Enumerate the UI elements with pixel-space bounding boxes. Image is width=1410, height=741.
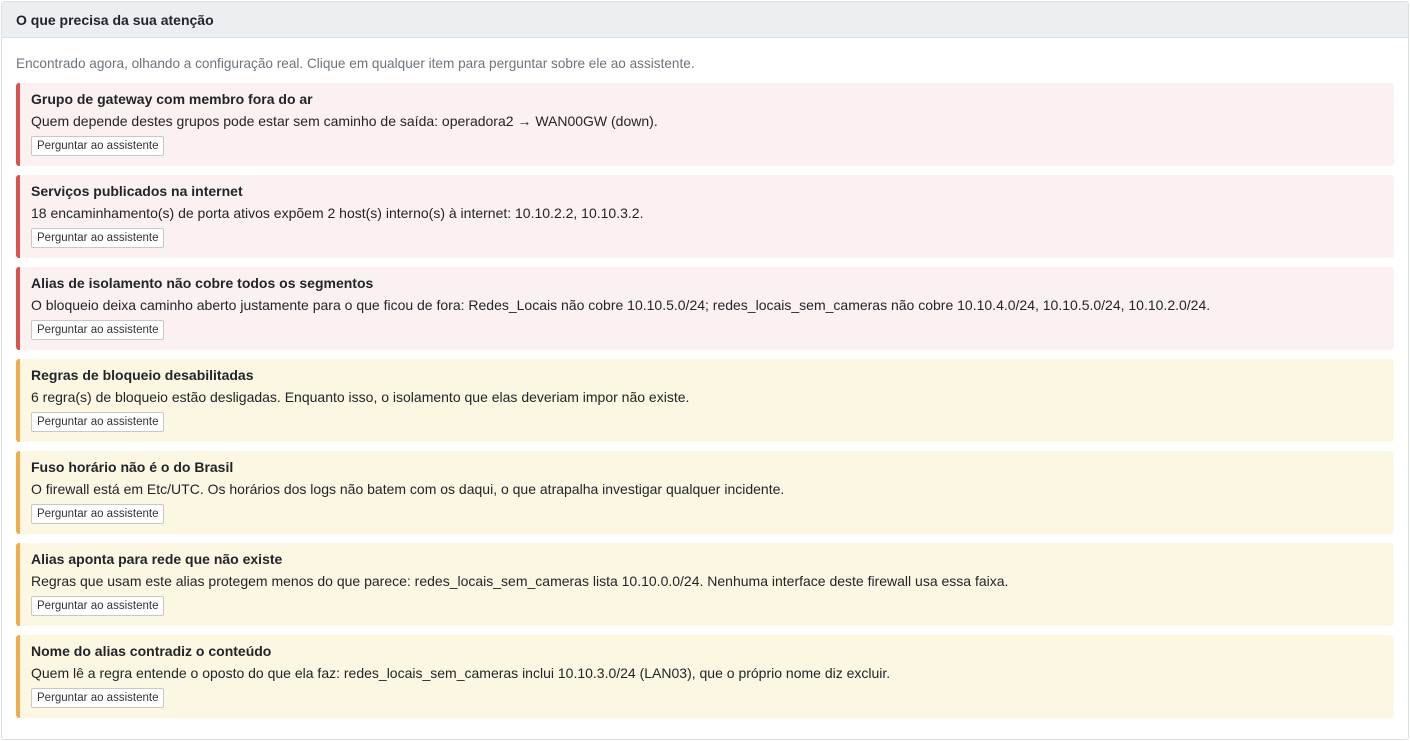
alert-title: Fuso horário não é o do Brasil — [31, 459, 234, 475]
alert-text: Quem depende destes grupos pode estar se… — [31, 113, 658, 129]
alert-item-alias-name-contradiction[interactable]: Nome do alias contradiz o conteúdo Quem … — [16, 635, 1394, 718]
alert-text: O firewall está em Etc/UTC. Os horários … — [31, 481, 785, 497]
alert-list: Grupo de gateway com membro fora do ar Q… — [16, 83, 1394, 718]
alert-item-alias-nonexistent-network[interactable]: Alias aponta para rede que não existe Re… — [16, 543, 1394, 626]
alert-item-isolation-alias-coverage[interactable]: Alias de isolamento não cobre todos os s… — [16, 267, 1394, 350]
ask-assistant-button[interactable]: Perguntar ao assistente — [31, 320, 165, 340]
alert-text: O bloqueio deixa caminho aberto justamen… — [31, 297, 1211, 313]
alert-item-gateway-group-down[interactable]: Grupo de gateway com membro fora do ar Q… — [16, 83, 1394, 166]
alert-text: 6 regra(s) de bloqueio estão desligadas.… — [31, 389, 690, 405]
ask-assistant-button[interactable]: Perguntar ao assistente — [31, 504, 165, 524]
attention-panel: O que precisa da sua atenção Encontrado … — [1, 1, 1409, 740]
alert-text: 18 encaminhamento(s) de porta ativos exp… — [31, 205, 644, 221]
alert-title: Alias aponta para rede que não existe — [31, 551, 283, 567]
ask-assistant-button[interactable]: Perguntar ao assistente — [31, 688, 165, 708]
alert-title: Regras de bloqueio desabilitadas — [31, 367, 254, 383]
panel-title: O que precisa da sua atenção — [16, 11, 214, 28]
alert-title: Nome do alias contradiz o conteúdo — [31, 643, 272, 659]
ask-assistant-button[interactable]: Perguntar ao assistente — [31, 596, 165, 616]
panel-body: Encontrado agora, olhando a configuração… — [2, 38, 1408, 718]
ask-assistant-button[interactable]: Perguntar ao assistente — [31, 412, 165, 432]
alert-title: Grupo de gateway com membro fora do ar — [31, 91, 313, 107]
ask-assistant-button[interactable]: Perguntar ao assistente — [31, 136, 165, 156]
panel-header: O que precisa da sua atenção — [2, 2, 1408, 38]
alert-text: Regras que usam este alias protegem meno… — [31, 573, 1009, 589]
ask-assistant-button[interactable]: Perguntar ao assistente — [31, 228, 165, 248]
panel-subtitle: Encontrado agora, olhando a configuração… — [16, 56, 695, 71]
alert-item-published-services[interactable]: Serviços publicados na internet 18 encam… — [16, 175, 1394, 258]
alert-title: Alias de isolamento não cobre todos os s… — [31, 275, 374, 291]
alert-text: Quem lê a regra entende o oposto do que … — [31, 665, 891, 681]
alert-title: Serviços publicados na internet — [31, 183, 243, 199]
alert-item-disabled-block-rules[interactable]: Regras de bloqueio desabilitadas 6 regra… — [16, 359, 1394, 442]
alert-item-timezone[interactable]: Fuso horário não é o do Brasil O firewal… — [16, 451, 1394, 534]
